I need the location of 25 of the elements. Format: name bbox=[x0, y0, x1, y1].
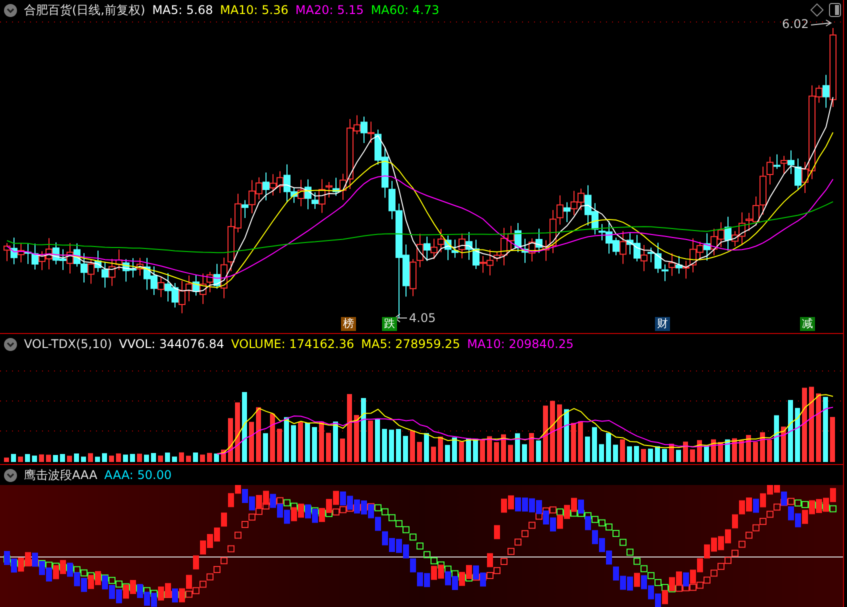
diamond-icon[interactable] bbox=[810, 3, 824, 17]
indicator-value: VOLUME: 174162.36 bbox=[231, 337, 354, 351]
panel-title: 合肥百货(日线,前复权) bbox=[24, 2, 146, 18]
indicator-value: MA5: 5.68 bbox=[152, 3, 213, 17]
price-label: 4.05 bbox=[409, 311, 436, 325]
indicator-value: MA20: 5.15 bbox=[295, 3, 364, 17]
price-label: 6.02 bbox=[782, 17, 809, 31]
panel-title: 鹰击波段AAA bbox=[24, 466, 98, 484]
indicator-value: VVOL: 344076.84 bbox=[119, 337, 224, 351]
arrow-icon bbox=[394, 313, 408, 323]
indicator-value: MA10: 209840.25 bbox=[467, 337, 574, 351]
indicator-value: AAA: 50.00 bbox=[104, 468, 172, 482]
event-tag[interactable]: 减 bbox=[800, 317, 815, 331]
panel-title: VOL-TDX(5,10) bbox=[24, 337, 112, 351]
event-tag[interactable]: 财 bbox=[655, 317, 670, 331]
arrow-icon bbox=[810, 19, 834, 29]
dropdown-chevron-icon[interactable] bbox=[4, 468, 17, 482]
dropdown-chevron-icon[interactable] bbox=[4, 338, 17, 350]
indicator-value: MA60: 4.73 bbox=[370, 3, 440, 17]
window-icon[interactable] bbox=[829, 3, 841, 17]
indicator-value: MA10: 5.36 bbox=[220, 3, 288, 17]
indicator-value: MA5: 278959.25 bbox=[361, 337, 460, 351]
event-tag[interactable]: 榜 bbox=[341, 317, 356, 331]
dropdown-chevron-icon[interactable] bbox=[4, 4, 17, 16]
event-tag[interactable]: 跌 bbox=[382, 317, 397, 331]
